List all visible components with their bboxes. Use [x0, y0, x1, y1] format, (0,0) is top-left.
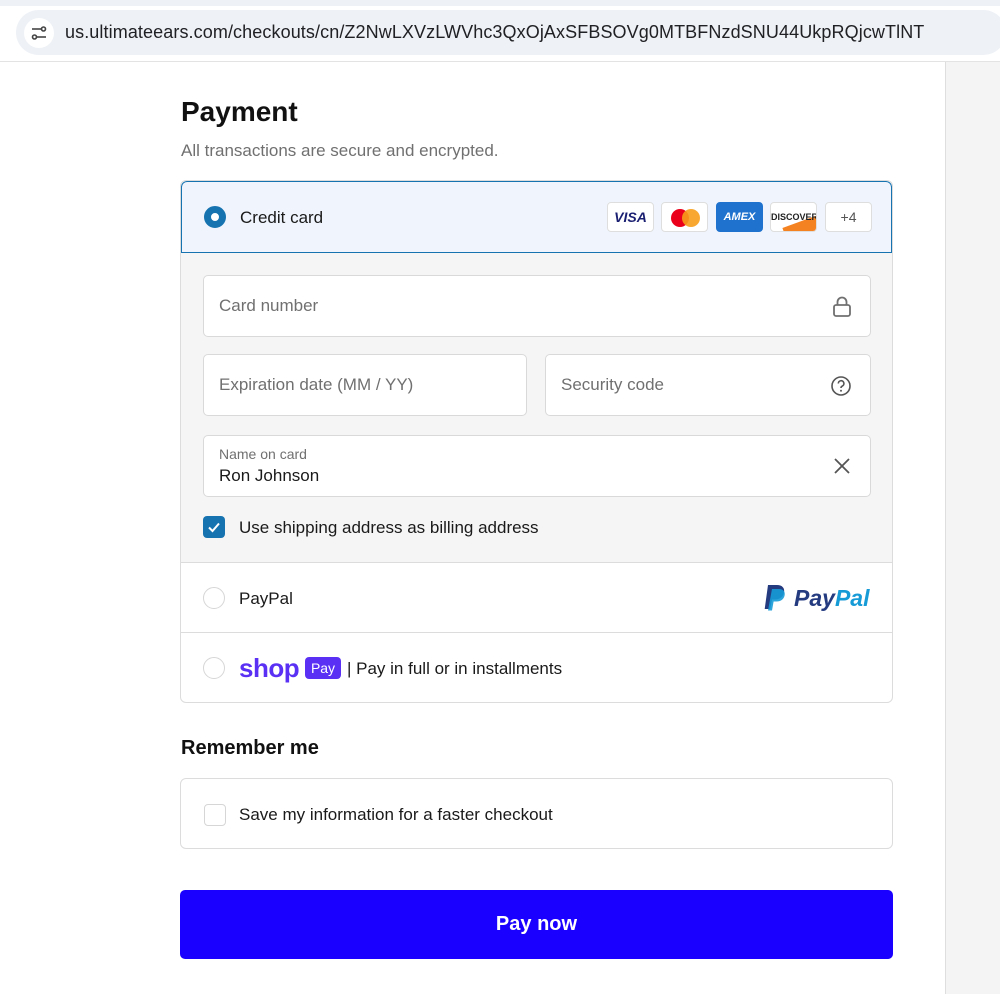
remember-me-title: Remember me: [181, 737, 319, 759]
credit-card-label: Credit card: [240, 208, 324, 227]
shop-pay-badge: Pay: [305, 657, 341, 679]
paypal-logo: PayPal: [762, 583, 870, 613]
name-on-card-label: Name on card: [219, 446, 307, 462]
amex-icon: AMEX: [716, 202, 763, 232]
credit-card-radio[interactable]: [204, 206, 226, 228]
security-code-placeholder: Security code: [561, 375, 664, 394]
remember-me-option[interactable]: Save my information for a faster checkou…: [180, 778, 893, 849]
discover-text: DISCOVER: [771, 212, 817, 222]
more-brands-badge[interactable]: +4: [825, 202, 872, 232]
billing-label: Use shipping address as billing address: [239, 518, 539, 537]
paypal-logo-text-pal: Pal: [834, 585, 870, 611]
mastercard-icon: [661, 202, 708, 232]
browser-toolbar: us.ultimateears.com/checkouts/cn/Z2NwLXV…: [0, 0, 1000, 62]
expiration-placeholder: Expiration date (MM / YY): [219, 375, 414, 394]
address-bar[interactable]: us.ultimateears.com/checkouts/cn/Z2NwLXV…: [16, 10, 1000, 55]
save-info-label: Save my information for a faster checkou…: [239, 805, 553, 824]
card-number-placeholder: Card number: [219, 296, 319, 315]
credit-card-option[interactable]: Credit card VISA AMEX DISCOVER +4: [181, 181, 892, 253]
payment-methods: Credit card VISA AMEX DISCOVER +4 Card n…: [180, 180, 893, 703]
paypal-logo-text: PayPal: [794, 585, 869, 612]
name-on-card-value: Ron Johnson: [219, 466, 320, 485]
credit-card-form: Card number Expiration date (MM / YY) Se…: [181, 253, 892, 563]
paypal-icon: [764, 585, 785, 611]
shop-pay-label: | Pay in full or in installments: [347, 659, 563, 678]
check-icon: [208, 522, 220, 533]
paypal-option[interactable]: PayPal PayPal: [181, 563, 892, 633]
paypal-label: PayPal: [239, 589, 293, 608]
paypal-radio[interactable]: [203, 587, 225, 609]
help-icon[interactable]: [830, 375, 852, 402]
security-code-field[interactable]: Security code: [545, 354, 871, 416]
visa-icon: VISA: [607, 202, 654, 232]
clear-icon[interactable]: [832, 456, 852, 481]
tab-strip: [0, 0, 1000, 6]
shop-pay-option[interactable]: shop Pay | Pay in full or in installment…: [181, 633, 892, 702]
name-on-card-field[interactable]: Name on card Ron Johnson: [203, 435, 871, 497]
page-title: Payment: [181, 96, 298, 127]
save-info-checkbox[interactable]: [204, 804, 226, 826]
lock-icon: [832, 296, 852, 323]
discover-icon: DISCOVER: [770, 202, 817, 232]
url-text[interactable]: us.ultimateears.com/checkouts/cn/Z2NwLXV…: [65, 22, 924, 43]
card-number-field[interactable]: Card number: [203, 275, 871, 337]
pay-now-button[interactable]: Pay now: [180, 890, 893, 959]
expiration-date-field[interactable]: Expiration date (MM / YY): [203, 354, 527, 416]
shop-pay-logo: shop: [239, 653, 300, 683]
billing-checkbox[interactable]: [203, 516, 225, 538]
site-info-icon[interactable]: [24, 18, 54, 48]
paypal-logo-text-pay: Pay: [794, 585, 835, 611]
payment-subtitle: All transactions are secure and encrypte…: [181, 141, 499, 160]
shop-pay-radio[interactable]: [203, 657, 225, 679]
order-summary-panel: [945, 62, 1000, 994]
